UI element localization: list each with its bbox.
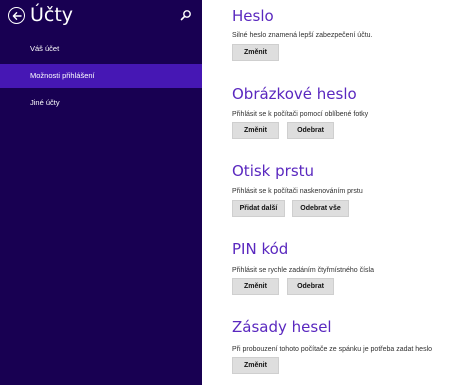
password-policy-change-button[interactable]: Změnit [232,357,279,374]
password-change-button[interactable]: Změnit [232,44,279,61]
picture-password-remove-button[interactable]: Odebrat [287,122,334,139]
section-desc-fingerprint: Přihlásit se k počítači naskenováním prs… [232,188,363,195]
section-title-password: Heslo [232,7,274,25]
sidebar-item-vas-ucet[interactable]: Váš účet [0,37,202,61]
pin-change-button[interactable]: Změnit [232,278,279,295]
section-title-pin: PIN kód [232,240,289,258]
sidebar-item-moznosti-prihlaseni[interactable]: Možnosti přihlášení [0,64,202,88]
sidebar-title: Účty [30,4,74,26]
back-button[interactable] [8,7,25,24]
section-desc-password: Silné heslo znamená lepší zabezpečení úč… [232,32,373,39]
fingerprint-add-button[interactable]: Přidat další [232,200,285,217]
picture-password-change-button[interactable]: Změnit [232,122,279,139]
section-title-password-policy: Zásady hesel [232,318,332,336]
sidebar-item-jine-ucty[interactable]: Jiné účty [0,91,202,115]
pin-remove-button[interactable]: Odebrat [287,278,334,295]
section-desc-picture-password: Přihlásit se k počítači pomocí oblíbené … [232,111,369,118]
section-title-picture-password: Obrázkové heslo [232,85,357,103]
section-title-fingerprint: Otisk prstu [232,162,315,180]
search-icon[interactable] [180,9,192,21]
sidebar: Účty Váš účet Možnosti přihlášení Jiné ú… [0,0,202,385]
section-desc-password-policy: Při probouzení tohoto počítače ze spánku… [232,346,433,353]
fingerprint-remove-all-button[interactable]: Odebrat vše [292,200,349,217]
section-desc-pin: Přihlásit se rychle zadáním čtyřmístného… [232,267,374,274]
back-arrow-icon [12,11,22,20]
